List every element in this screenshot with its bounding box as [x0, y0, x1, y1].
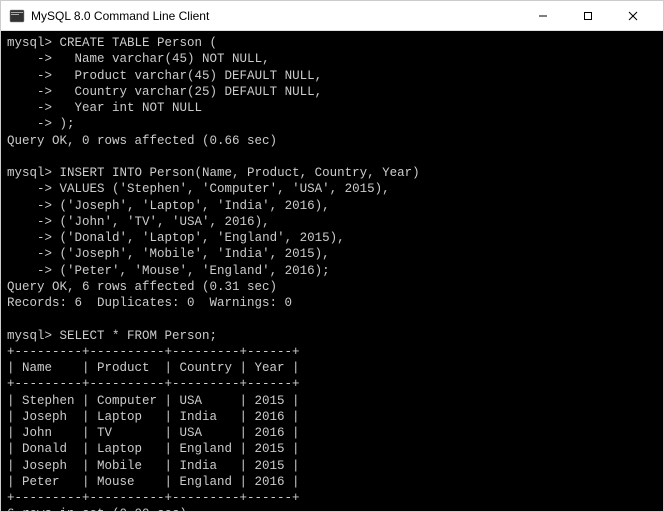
close-button[interactable]: [610, 1, 655, 31]
table-border: +---------+----------+---------+------+: [7, 345, 300, 359]
titlebar: MySQL 8.0 Command Line Client: [1, 1, 663, 31]
cont-line: -> ('Joseph', 'Laptop', 'India', 2016),: [7, 199, 330, 213]
table-row: | Donald | Laptop | England | 2015 |: [7, 442, 300, 456]
result-line: Query OK, 0 rows affected (0.66 sec): [7, 134, 277, 148]
terminal-output[interactable]: mysql> CREATE TABLE Person ( -> Name var…: [1, 31, 663, 511]
table-row: | Stephen | Computer | USA | 2015 |: [7, 394, 300, 408]
result-line: Query OK, 6 rows affected (0.31 sec): [7, 280, 277, 294]
app-window: MySQL 8.0 Command Line Client mysql> CRE…: [0, 0, 664, 512]
window-title: MySQL 8.0 Command Line Client: [31, 9, 520, 23]
cont-line: -> ('Donald', 'Laptop', 'England', 2015)…: [7, 231, 345, 245]
cont-line: -> ('Peter', 'Mouse', 'England', 2016);: [7, 264, 330, 278]
cont-line: -> Product varchar(45) DEFAULT NULL,: [7, 69, 322, 83]
cont-line: -> ('John', 'TV', 'USA', 2016),: [7, 215, 270, 229]
table-header: | Name | Product | Country | Year |: [7, 361, 300, 375]
window-controls: [520, 1, 655, 31]
maximize-button[interactable]: [565, 1, 610, 31]
result-footer: 6 rows in set (0.00 sec): [7, 507, 187, 511]
cont-line: -> ('Joseph', 'Mobile', 'India', 2015),: [7, 247, 330, 261]
table-border: +---------+----------+---------+------+: [7, 377, 300, 391]
prompt-line: mysql> SELECT * FROM Person;: [7, 329, 217, 343]
minimize-button[interactable]: [520, 1, 565, 31]
cont-line: -> VALUES ('Stephen', 'Computer', 'USA',…: [7, 182, 390, 196]
prompt-line: mysql> INSERT INTO Person(Name, Product,…: [7, 166, 420, 180]
cont-line: -> Year int NOT NULL: [7, 101, 202, 115]
prompt-line: mysql> CREATE TABLE Person (: [7, 36, 217, 50]
cont-line: -> Country varchar(25) DEFAULT NULL,: [7, 85, 322, 99]
table-row: | John | TV | USA | 2016 |: [7, 426, 300, 440]
app-icon: [9, 8, 25, 24]
cont-line: -> );: [7, 117, 75, 131]
table-row: | Joseph | Mobile | India | 2015 |: [7, 459, 300, 473]
cont-line: -> Name varchar(45) NOT NULL,: [7, 52, 270, 66]
table-border: +---------+----------+---------+------+: [7, 491, 300, 505]
summary-line: Records: 6 Duplicates: 0 Warnings: 0: [7, 296, 292, 310]
table-row: | Joseph | Laptop | India | 2016 |: [7, 410, 300, 424]
table-row: | Peter | Mouse | England | 2016 |: [7, 475, 300, 489]
